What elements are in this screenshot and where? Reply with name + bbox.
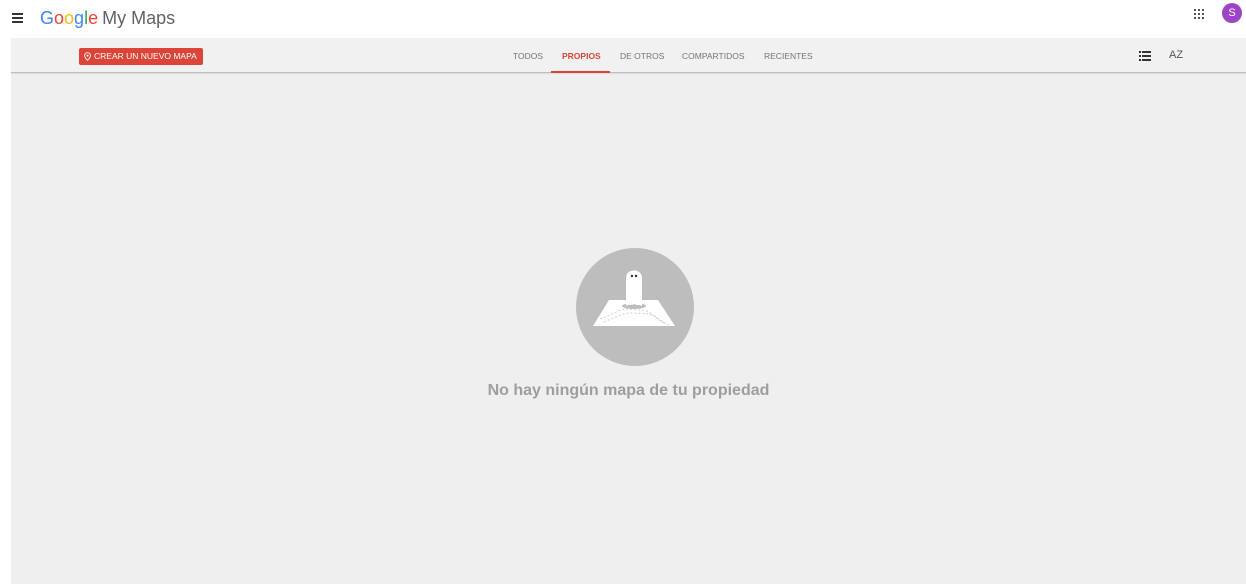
tab-de-otros[interactable]: DE OTROS [620,38,664,73]
create-new-map-button[interactable]: CREAR UN NUEVO MAPA [79,48,203,65]
tab-todos[interactable]: TODOS [513,38,543,73]
logo-letter: o [64,8,75,28]
sort-az-icon[interactable]: AZ [1169,49,1183,61]
maps-content-area: No hay ningún mapa de tu propiedad CREAR… [11,38,1246,584]
empty-state-message: No hay ningún mapa de tu propiedad [487,382,770,399]
user-avatar[interactable]: S [1222,3,1242,23]
tab-compartidos[interactable]: COMPARTIDOS [682,38,745,73]
tab-recientes[interactable]: RECIENTES [764,38,813,73]
create-new-map-label: CREAR UN NUEVO MAPA [94,51,197,61]
logo-letter: e [88,8,99,28]
top-app-bar: Google My Maps S [0,0,1246,36]
list-view-icon[interactable] [1139,51,1151,61]
logo-letter: g [74,8,85,28]
app-logo[interactable]: Google My Maps [40,6,175,30]
apps-grid-icon[interactable] [1193,8,1207,22]
maps-toolbar: CREAR UN NUEVO MAPA TODOS PROPIOS DE OTR… [11,38,1246,73]
logo-letter: o [54,8,65,28]
main-menu-icon[interactable] [8,8,28,28]
logo-letter: G [40,8,55,28]
map-pin-icon [83,52,92,61]
empty-state: No hay ningún mapa de tu propiedad [11,38,1246,584]
empty-map-illustration-icon [576,248,694,366]
tab-propios[interactable]: PROPIOS [562,38,601,73]
product-name: My Maps [102,8,176,28]
active-tab-indicator [551,71,610,73]
